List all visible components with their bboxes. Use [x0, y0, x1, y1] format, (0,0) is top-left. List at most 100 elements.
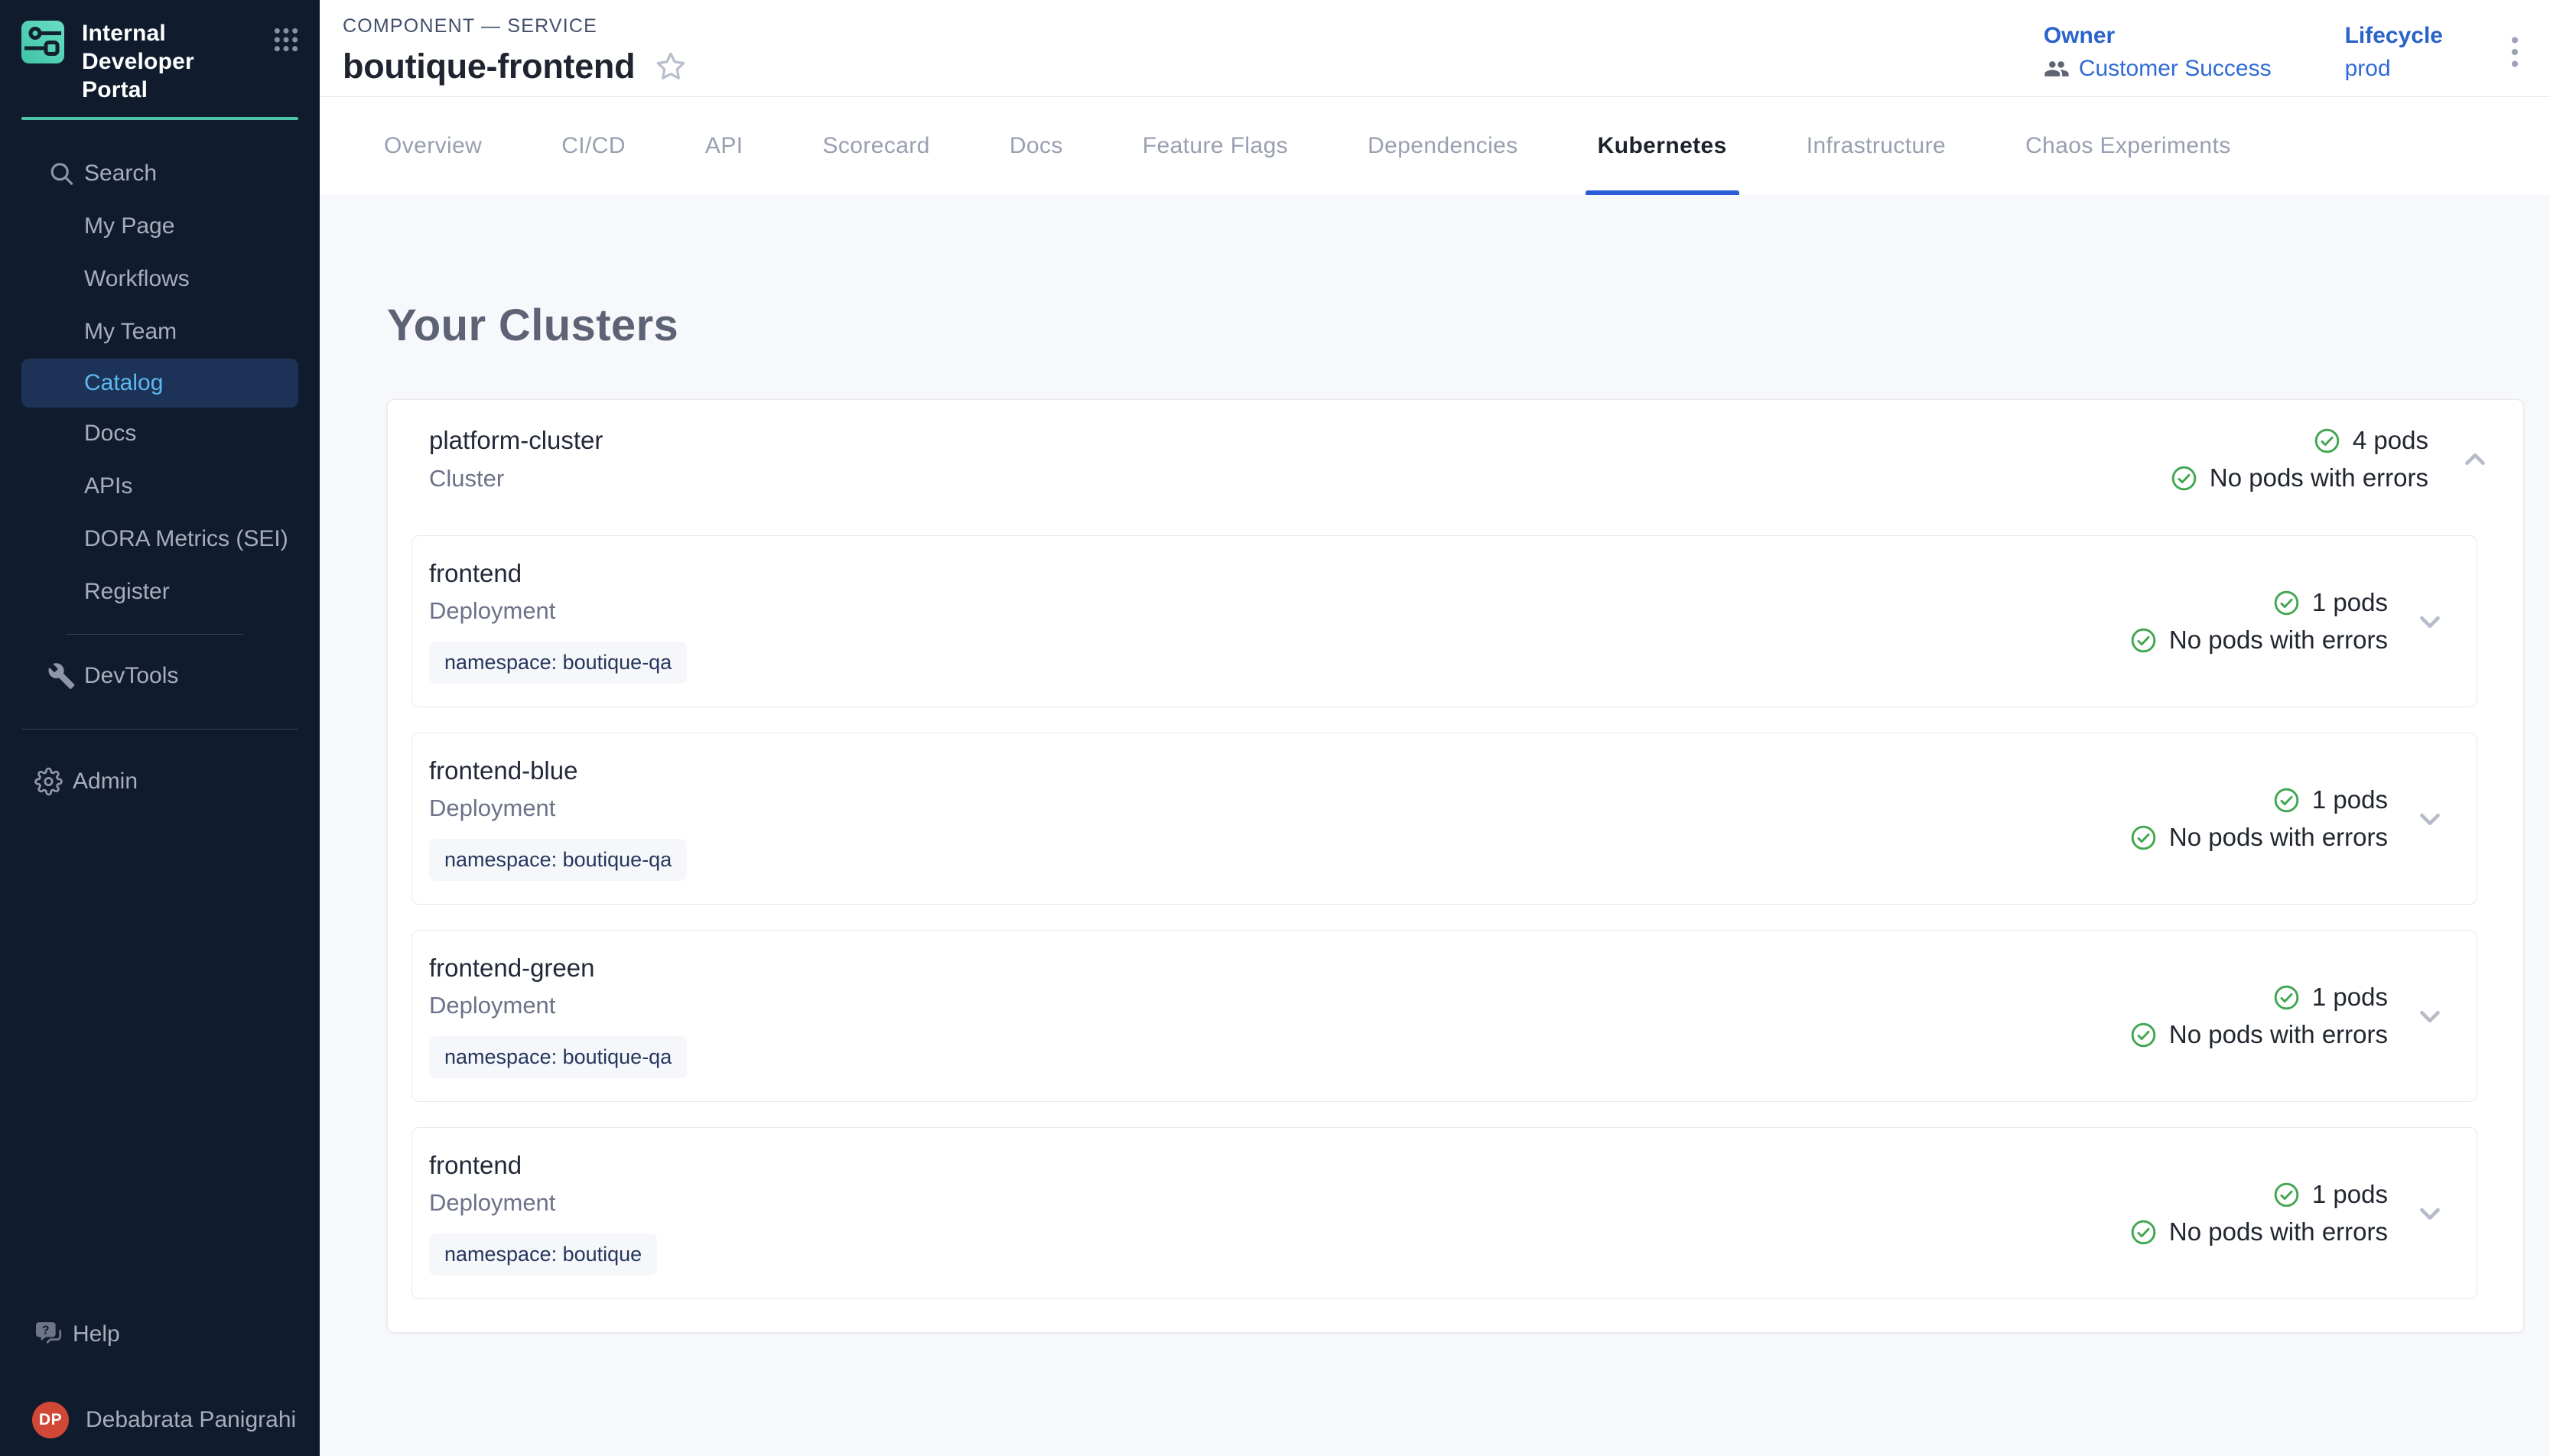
- sidebar-item-my-team[interactable]: My Team: [0, 306, 320, 359]
- chevron-down-icon[interactable]: [2412, 1196, 2448, 1231]
- cluster-info: platform-cluster Cluster: [429, 426, 603, 492]
- deployment-type: Deployment: [429, 597, 687, 625]
- deployment-card: frontend Deployment namespace: boutique …: [411, 1127, 2477, 1299]
- cluster-pod-count: 4 pods: [2353, 426, 2428, 455]
- sidebar: Internal Developer Portal Search My Page…: [0, 0, 320, 1456]
- help-button[interactable]: ? Help: [0, 1308, 320, 1361]
- sidebar-footer: ? Help DP Debabrata Panigrahi: [0, 1308, 320, 1456]
- owner-stat: Owner Customer Success: [2044, 23, 2272, 82]
- tab-overview[interactable]: Overview: [344, 97, 522, 195]
- chevron-up-icon[interactable]: [2457, 442, 2493, 477]
- search-icon: [47, 160, 76, 188]
- chevron-down-icon[interactable]: [2412, 999, 2448, 1034]
- gear-icon: [34, 768, 63, 796]
- chevron-down-icon[interactable]: [2412, 801, 2448, 837]
- deployment-pod-status: 1 pods No pods with errors: [2129, 983, 2388, 1049]
- deployment-name: frontend-green: [429, 954, 687, 983]
- deployment-name: frontend-blue: [429, 756, 687, 785]
- sidebar-item-dora-metrics-sei[interactable]: DORA Metrics (SEI): [0, 513, 320, 566]
- lifecycle-stat: Lifecycle prod: [2345, 23, 2443, 82]
- help-chat-icon: ?: [34, 1319, 64, 1350]
- sidebar-item-catalog[interactable]: Catalog: [21, 359, 298, 408]
- check-circle-icon: [2272, 589, 2301, 617]
- help-label: Help: [73, 1321, 120, 1347]
- deployment-type: Deployment: [429, 795, 687, 822]
- sidebar-item-apis[interactable]: APIs: [0, 460, 320, 513]
- owner-label: Owner: [2044, 23, 2272, 49]
- sidebar-nav-tools: DevTools: [0, 650, 320, 703]
- cluster-pod-errors: No pods with errors: [2210, 463, 2428, 492]
- sidebar-item-register[interactable]: Register: [0, 566, 320, 619]
- section-heading: Your Clusters: [387, 300, 2524, 351]
- tab-api[interactable]: API: [665, 97, 783, 195]
- cluster-type: Cluster: [429, 465, 603, 492]
- deployment-pod-status: 1 pods No pods with errors: [2129, 785, 2388, 852]
- cluster-card: platform-cluster Cluster 4 pods No pods …: [387, 399, 2524, 1333]
- namespace-chip: namespace: boutique-qa: [429, 642, 687, 684]
- sidebar-nav-admin: Admin: [0, 756, 320, 808]
- check-circle-icon: [2313, 427, 2341, 455]
- check-circle-icon: [2272, 983, 2301, 1012]
- tab-feature-flags[interactable]: Feature Flags: [1103, 97, 1328, 195]
- check-circle-icon: [2129, 824, 2158, 852]
- page-title: boutique-frontend: [343, 47, 635, 86]
- check-circle-icon: [2129, 1021, 2158, 1049]
- user-name: Debabrata Panigrahi: [86, 1407, 296, 1433]
- namespace-chip: namespace: boutique: [429, 1233, 657, 1276]
- lifecycle-label: Lifecycle: [2345, 23, 2443, 49]
- tab-kubernetes[interactable]: Kubernetes: [1558, 97, 1767, 195]
- tab-dependencies[interactable]: Dependencies: [1328, 97, 1558, 195]
- sidebar-item-devtools[interactable]: DevTools: [0, 650, 320, 703]
- check-circle-icon: [2170, 464, 2198, 492]
- avatar: DP: [32, 1402, 69, 1438]
- sidebar-divider: [21, 729, 298, 730]
- apps-grid-icon[interactable]: [271, 24, 301, 55]
- deployment-name: frontend: [429, 559, 687, 588]
- idp-logo-icon[interactable]: [21, 20, 65, 64]
- check-circle-icon: [2272, 786, 2301, 814]
- deployment-pod-status: 1 pods No pods with errors: [2129, 588, 2388, 655]
- entity-header-left: COMPONENT — SERVICE boutique-frontend: [343, 15, 688, 86]
- favorite-star-icon[interactable]: [653, 49, 688, 84]
- kebab-menu-icon[interactable]: [2500, 31, 2530, 73]
- brand-title: Internal Developer Portal: [82, 20, 235, 105]
- check-circle-icon: [2129, 626, 2158, 655]
- deployment-type: Deployment: [429, 992, 687, 1019]
- deployment-card: frontend-blue Deployment namespace: bout…: [411, 733, 2477, 905]
- deployment-card: frontend-green Deployment namespace: bou…: [411, 930, 2477, 1102]
- user-menu[interactable]: DP Debabrata Panigrahi: [0, 1393, 320, 1447]
- lifecycle-value: prod: [2345, 56, 2443, 82]
- entity-header-right: Owner Customer Success Lifecycle prod: [2044, 15, 2530, 82]
- namespace-chip: namespace: boutique-qa: [429, 1036, 687, 1078]
- main-area: COMPONENT — SERVICE boutique-frontend Ow…: [320, 0, 2550, 1456]
- sidebar-item-search[interactable]: Search: [0, 148, 320, 200]
- cluster-pod-status: 4 pods No pods with errors: [2170, 426, 2428, 492]
- deployment-type: Deployment: [429, 1189, 657, 1217]
- chevron-down-icon[interactable]: [2412, 604, 2448, 639]
- tab-ci-cd[interactable]: CI/CD: [522, 97, 665, 195]
- cluster-name: platform-cluster: [429, 426, 603, 455]
- tab-scorecard[interactable]: Scorecard: [782, 97, 969, 195]
- app-root: Internal Developer Portal Search My Page…: [0, 0, 2550, 1456]
- sidebar-item-docs[interactable]: Docs: [0, 408, 320, 460]
- sidebar-item-workflows[interactable]: Workflows: [0, 253, 320, 306]
- kubernetes-content: Your Clusters platform-cluster Cluster 4…: [320, 195, 2550, 1456]
- entity-header: COMPONENT — SERVICE boutique-frontend Ow…: [320, 0, 2550, 97]
- tab-infrastructure[interactable]: Infrastructure: [1767, 97, 1986, 195]
- breadcrumb: COMPONENT — SERVICE: [343, 15, 688, 37]
- owner-link[interactable]: Customer Success: [2044, 56, 2272, 82]
- sidebar-item-admin[interactable]: Admin: [0, 756, 320, 808]
- wrench-icon: [47, 662, 76, 691]
- namespace-chip: namespace: boutique-qa: [429, 839, 687, 881]
- deployment-pod-status: 1 pods No pods with errors: [2129, 1180, 2388, 1246]
- tab-docs[interactable]: Docs: [970, 97, 1103, 195]
- cluster-header[interactable]: platform-cluster Cluster 4 pods No pods …: [388, 400, 2523, 492]
- sidebar-item-my-page[interactable]: My Page: [0, 200, 320, 253]
- deployment-list: frontend Deployment namespace: boutique-…: [388, 492, 2523, 1332]
- brand-header: Internal Developer Portal: [0, 0, 320, 105]
- sidebar-nav-main: Search My Page Workflows My Team Catalog…: [0, 148, 320, 619]
- deployment-card: frontend Deployment namespace: boutique-…: [411, 535, 2477, 707]
- tab-chaos-experiments[interactable]: Chaos Experiments: [1986, 97, 2271, 195]
- sidebar-divider: [66, 634, 243, 635]
- svg-text:?: ?: [42, 1324, 50, 1337]
